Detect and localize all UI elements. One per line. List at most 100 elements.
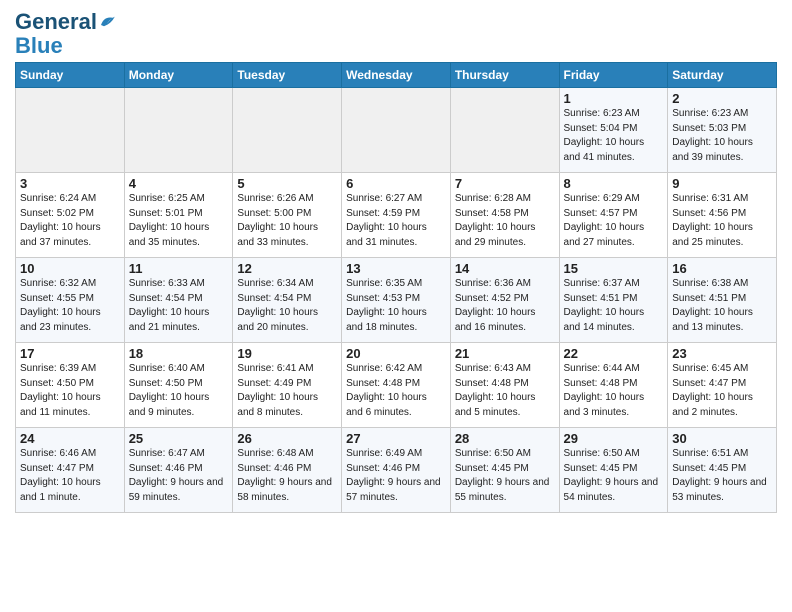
- calendar-cell: 16Sunrise: 6:38 AM Sunset: 4:51 PM Dayli…: [668, 258, 777, 343]
- calendar-cell: 25Sunrise: 6:47 AM Sunset: 4:46 PM Dayli…: [124, 428, 233, 513]
- week-row-3: 10Sunrise: 6:32 AM Sunset: 4:55 PM Dayli…: [16, 258, 777, 343]
- day-info: Sunrise: 6:45 AM Sunset: 4:47 PM Dayligh…: [672, 362, 772, 420]
- day-number: 4: [129, 176, 229, 191]
- day-info: Sunrise: 6:26 AM Sunset: 5:00 PM Dayligh…: [237, 192, 337, 250]
- day-info: Sunrise: 6:41 AM Sunset: 4:49 PM Dayligh…: [237, 362, 337, 420]
- calendar-cell: 13Sunrise: 6:35 AM Sunset: 4:53 PM Dayli…: [342, 258, 451, 343]
- day-number: 14: [455, 261, 555, 276]
- calendar-cell: 27Sunrise: 6:49 AM Sunset: 4:46 PM Dayli…: [342, 428, 451, 513]
- calendar-cell: 10Sunrise: 6:32 AM Sunset: 4:55 PM Dayli…: [16, 258, 125, 343]
- day-number: 29: [564, 431, 664, 446]
- day-info: Sunrise: 6:32 AM Sunset: 4:55 PM Dayligh…: [20, 277, 120, 335]
- week-row-4: 17Sunrise: 6:39 AM Sunset: 4:50 PM Dayli…: [16, 343, 777, 428]
- day-info: Sunrise: 6:42 AM Sunset: 4:48 PM Dayligh…: [346, 362, 446, 420]
- calendar-cell: 20Sunrise: 6:42 AM Sunset: 4:48 PM Dayli…: [342, 343, 451, 428]
- day-info: Sunrise: 6:23 AM Sunset: 5:03 PM Dayligh…: [672, 107, 772, 165]
- day-info: Sunrise: 6:50 AM Sunset: 4:45 PM Dayligh…: [455, 447, 555, 505]
- calendar-cell: 23Sunrise: 6:45 AM Sunset: 4:47 PM Dayli…: [668, 343, 777, 428]
- calendar-cell: 29Sunrise: 6:50 AM Sunset: 4:45 PM Dayli…: [559, 428, 668, 513]
- day-info: Sunrise: 6:28 AM Sunset: 4:58 PM Dayligh…: [455, 192, 555, 250]
- weekday-header-sunday: Sunday: [16, 63, 125, 88]
- day-number: 20: [346, 346, 446, 361]
- day-info: Sunrise: 6:47 AM Sunset: 4:46 PM Dayligh…: [129, 447, 229, 505]
- calendar-cell: [233, 88, 342, 173]
- day-number: 16: [672, 261, 772, 276]
- day-number: 28: [455, 431, 555, 446]
- day-number: 27: [346, 431, 446, 446]
- day-number: 8: [564, 176, 664, 191]
- logo: General Blue: [15, 10, 116, 58]
- day-number: 3: [20, 176, 120, 191]
- day-number: 21: [455, 346, 555, 361]
- logo-text-blue: Blue: [15, 34, 116, 58]
- weekday-header-saturday: Saturday: [668, 63, 777, 88]
- calendar-cell: 6Sunrise: 6:27 AM Sunset: 4:59 PM Daylig…: [342, 173, 451, 258]
- day-info: Sunrise: 6:51 AM Sunset: 4:45 PM Dayligh…: [672, 447, 772, 505]
- weekday-header-thursday: Thursday: [450, 63, 559, 88]
- day-number: 2: [672, 91, 772, 106]
- calendar-cell: 8Sunrise: 6:29 AM Sunset: 4:57 PM Daylig…: [559, 173, 668, 258]
- weekday-header-wednesday: Wednesday: [342, 63, 451, 88]
- day-number: 26: [237, 431, 337, 446]
- day-info: Sunrise: 6:24 AM Sunset: 5:02 PM Dayligh…: [20, 192, 120, 250]
- calendar-cell: [450, 88, 559, 173]
- day-info: Sunrise: 6:48 AM Sunset: 4:46 PM Dayligh…: [237, 447, 337, 505]
- day-number: 24: [20, 431, 120, 446]
- calendar-cell: 7Sunrise: 6:28 AM Sunset: 4:58 PM Daylig…: [450, 173, 559, 258]
- day-number: 13: [346, 261, 446, 276]
- day-info: Sunrise: 6:34 AM Sunset: 4:54 PM Dayligh…: [237, 277, 337, 335]
- day-number: 6: [346, 176, 446, 191]
- day-info: Sunrise: 6:25 AM Sunset: 5:01 PM Dayligh…: [129, 192, 229, 250]
- day-info: Sunrise: 6:49 AM Sunset: 4:46 PM Dayligh…: [346, 447, 446, 505]
- day-info: Sunrise: 6:38 AM Sunset: 4:51 PM Dayligh…: [672, 277, 772, 335]
- day-info: Sunrise: 6:27 AM Sunset: 4:59 PM Dayligh…: [346, 192, 446, 250]
- calendar-cell: 28Sunrise: 6:50 AM Sunset: 4:45 PM Dayli…: [450, 428, 559, 513]
- calendar-table: SundayMondayTuesdayWednesdayThursdayFrid…: [15, 62, 777, 513]
- weekday-header-row: SundayMondayTuesdayWednesdayThursdayFrid…: [16, 63, 777, 88]
- calendar-cell: 24Sunrise: 6:46 AM Sunset: 4:47 PM Dayli…: [16, 428, 125, 513]
- week-row-1: 1Sunrise: 6:23 AM Sunset: 5:04 PM Daylig…: [16, 88, 777, 173]
- day-number: 19: [237, 346, 337, 361]
- day-number: 10: [20, 261, 120, 276]
- day-number: 18: [129, 346, 229, 361]
- day-number: 23: [672, 346, 772, 361]
- logo-bird-icon: [98, 13, 116, 31]
- calendar-cell: 15Sunrise: 6:37 AM Sunset: 4:51 PM Dayli…: [559, 258, 668, 343]
- calendar-cell: 26Sunrise: 6:48 AM Sunset: 4:46 PM Dayli…: [233, 428, 342, 513]
- calendar-cell: 5Sunrise: 6:26 AM Sunset: 5:00 PM Daylig…: [233, 173, 342, 258]
- weekday-header-monday: Monday: [124, 63, 233, 88]
- day-info: Sunrise: 6:33 AM Sunset: 4:54 PM Dayligh…: [129, 277, 229, 335]
- day-info: Sunrise: 6:37 AM Sunset: 4:51 PM Dayligh…: [564, 277, 664, 335]
- calendar-cell: [16, 88, 125, 173]
- week-row-5: 24Sunrise: 6:46 AM Sunset: 4:47 PM Dayli…: [16, 428, 777, 513]
- day-number: 15: [564, 261, 664, 276]
- calendar-cell: 12Sunrise: 6:34 AM Sunset: 4:54 PM Dayli…: [233, 258, 342, 343]
- calendar-cell: 11Sunrise: 6:33 AM Sunset: 4:54 PM Dayli…: [124, 258, 233, 343]
- calendar-cell: 4Sunrise: 6:25 AM Sunset: 5:01 PM Daylig…: [124, 173, 233, 258]
- calendar-cell: 1Sunrise: 6:23 AM Sunset: 5:04 PM Daylig…: [559, 88, 668, 173]
- day-info: Sunrise: 6:31 AM Sunset: 4:56 PM Dayligh…: [672, 192, 772, 250]
- day-number: 9: [672, 176, 772, 191]
- day-number: 7: [455, 176, 555, 191]
- day-info: Sunrise: 6:46 AM Sunset: 4:47 PM Dayligh…: [20, 447, 120, 505]
- day-number: 1: [564, 91, 664, 106]
- calendar-cell: 21Sunrise: 6:43 AM Sunset: 4:48 PM Dayli…: [450, 343, 559, 428]
- day-info: Sunrise: 6:29 AM Sunset: 4:57 PM Dayligh…: [564, 192, 664, 250]
- calendar-cell: [124, 88, 233, 173]
- day-info: Sunrise: 6:23 AM Sunset: 5:04 PM Dayligh…: [564, 107, 664, 165]
- header: General Blue: [15, 10, 777, 58]
- logo-text-general: General: [15, 10, 97, 34]
- day-info: Sunrise: 6:35 AM Sunset: 4:53 PM Dayligh…: [346, 277, 446, 335]
- page-container: General Blue SundayMondayTuesdayWednesda…: [0, 0, 792, 518]
- weekday-header-tuesday: Tuesday: [233, 63, 342, 88]
- calendar-cell: 2Sunrise: 6:23 AM Sunset: 5:03 PM Daylig…: [668, 88, 777, 173]
- calendar-cell: 22Sunrise: 6:44 AM Sunset: 4:48 PM Dayli…: [559, 343, 668, 428]
- calendar-cell: 17Sunrise: 6:39 AM Sunset: 4:50 PM Dayli…: [16, 343, 125, 428]
- calendar-cell: 30Sunrise: 6:51 AM Sunset: 4:45 PM Dayli…: [668, 428, 777, 513]
- weekday-header-friday: Friday: [559, 63, 668, 88]
- day-info: Sunrise: 6:44 AM Sunset: 4:48 PM Dayligh…: [564, 362, 664, 420]
- day-number: 22: [564, 346, 664, 361]
- calendar-cell: 19Sunrise: 6:41 AM Sunset: 4:49 PM Dayli…: [233, 343, 342, 428]
- day-number: 11: [129, 261, 229, 276]
- calendar-cell: 14Sunrise: 6:36 AM Sunset: 4:52 PM Dayli…: [450, 258, 559, 343]
